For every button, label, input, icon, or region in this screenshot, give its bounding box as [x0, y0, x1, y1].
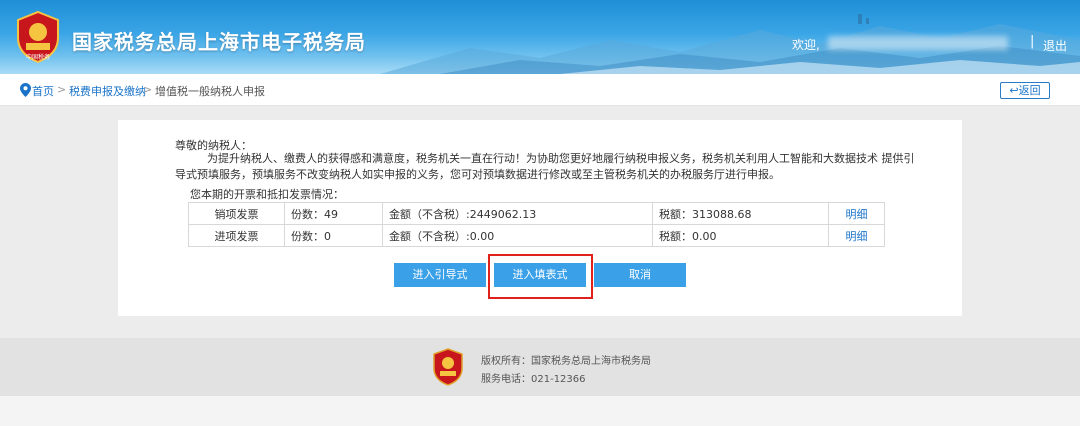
notice-body: 为提升纳税人、缴费人的获得感和满意度，税务机关一直在行动！为协助您更好地履行纳税… [175, 152, 915, 181]
breadcrumb-current-page: 增值税一般纳税人申报 [155, 85, 265, 98]
invoice-detail-link[interactable]: 明细 [828, 202, 885, 225]
blurred-username [828, 36, 1008, 50]
invoice-type-cell: 进项发票 [188, 224, 285, 247]
invoice-table: 销项发票 份数：49 金额（不含税）:2449062.13 税额：313088.… [188, 202, 885, 247]
page-bottom-area [0, 396, 1080, 426]
table-row: 进项发票 份数：0 金额（不含税）:0.00 税额：0.00 明细 [188, 224, 885, 247]
invoice-tax-cell: 税额：0.00 [652, 224, 829, 247]
back-button[interactable]: ↩返回 [1000, 82, 1050, 99]
invoice-summary-heading: 您本期的开票和抵扣发票情况： [190, 188, 344, 201]
invoice-type-cell: 销项发票 [188, 202, 285, 225]
site-header: 中国税务 国家税务总局上海市电子税务局 欢迎, | 退出 [0, 0, 1080, 74]
header-separator: | [1030, 34, 1035, 49]
location-pin-icon [20, 83, 31, 97]
site-footer [0, 338, 1080, 396]
cancel-button[interactable]: 取消 [594, 263, 686, 287]
invoice-amount-cell: 金额（不含税）:2449062.13 [382, 202, 653, 225]
guided-mode-button[interactable]: 进入引导式 [394, 263, 486, 287]
return-arrow-icon: ↩ [1009, 84, 1019, 97]
tax-emblem-footer-icon [433, 348, 463, 386]
site-title: 国家税务总局上海市电子税务局 [72, 30, 366, 54]
tax-emblem-logo: 中国税务 [17, 10, 59, 64]
invoice-amount-cell: 金额（不含税）:0.00 [382, 224, 653, 247]
svg-text:中国税务: 中国税务 [26, 53, 50, 61]
table-row: 销项发票 份数：49 金额（不含税）:2449062.13 税额：313088.… [188, 202, 885, 225]
breadcrumb-separator: > [57, 83, 67, 96]
invoice-count-cell: 份数：49 [284, 202, 383, 225]
back-button-label: 返回 [1018, 84, 1041, 97]
footer-phone: 服务电话：021-12366 [481, 374, 586, 385]
invoice-tax-cell: 税额：313088.68 [652, 202, 829, 225]
breadcrumb-tax-filing-link[interactable]: 税费申报及缴纳 [69, 83, 146, 99]
invoice-count-cell: 份数：0 [284, 224, 383, 247]
breadcrumb-home-link[interactable]: 首页 [32, 83, 54, 99]
footer-copyright: 版权所有：国家税务总局上海市税务局 [481, 356, 651, 367]
form-mode-button[interactable]: 进入填表式 [494, 263, 586, 287]
logout-link[interactable]: 退出 [1043, 37, 1067, 54]
welcome-text: 欢迎, [792, 38, 820, 52]
invoice-detail-link[interactable]: 明细 [828, 224, 885, 247]
breadcrumb: 首页 > 税费申报及缴纳 > 增值税一般纳税人申报 [0, 74, 1080, 106]
breadcrumb-separator: > [143, 83, 153, 96]
